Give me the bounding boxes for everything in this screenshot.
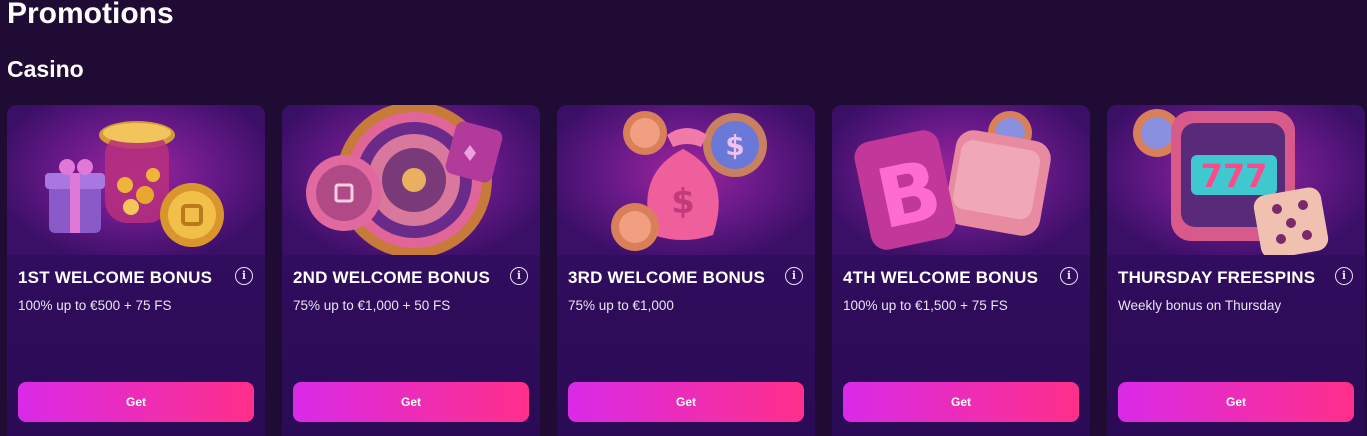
money-bag-icon: $ $ xyxy=(557,105,815,255)
card-body: 2ND WELCOME BONUS i 75% up to €1,000 + 5… xyxy=(282,255,540,436)
promo-card-1st-welcome-bonus: 1ST WELCOME BONUS i 100% up to €500 + 75… xyxy=(7,105,265,436)
get-button[interactable]: Get xyxy=(1118,382,1354,422)
svg-text:$: $ xyxy=(671,182,695,222)
promo-card-3rd-welcome-bonus: $ $ 3RD WELCOME BONUS i 75% up to €1,000… xyxy=(557,105,815,436)
promo-card-2nd-welcome-bonus: 2ND WELCOME BONUS i 75% up to €1,000 + 5… xyxy=(282,105,540,436)
card-description: 100% up to €1,500 + 75 FS xyxy=(843,298,1008,313)
card-description: Weekly bonus on Thursday xyxy=(1118,298,1282,313)
get-button[interactable]: Get xyxy=(843,382,1079,422)
card-body: THURSDAY FREESPINS i Weekly bonus on Thu… xyxy=(1107,255,1365,436)
bitcoin-wallet-icon: B xyxy=(832,105,1090,255)
info-icon[interactable]: i xyxy=(510,267,528,285)
card-title: 4TH WELCOME BONUS xyxy=(843,268,1039,287)
info-icon[interactable]: i xyxy=(1060,267,1078,285)
promotions-page: Promotions Casino 1ST WELCOME BONUS i 10… xyxy=(0,0,1367,436)
get-button[interactable]: Get xyxy=(293,382,529,422)
promo-card-list: 1ST WELCOME BONUS i 100% up to €500 + 75… xyxy=(7,105,1365,436)
card-title: THURSDAY FREESPINS xyxy=(1118,268,1316,287)
card-body: 3RD WELCOME BONUS i 75% up to €1,000 Get xyxy=(557,255,815,436)
svg-text:777: 777 xyxy=(1201,157,1268,195)
promo-card-thursday-freespins: 777 THURSDAY FREESPINS i Weekly bonus on… xyxy=(1107,105,1365,436)
svg-text:$: $ xyxy=(725,129,744,162)
promo-card-4th-welcome-bonus: B 4TH WELCOME BONUS i 100% up to €1,500 … xyxy=(832,105,1090,436)
info-icon[interactable]: i xyxy=(235,267,253,285)
info-icon[interactable]: i xyxy=(785,267,803,285)
info-icon[interactable]: i xyxy=(1335,267,1353,285)
card-title: 1ST WELCOME BONUS xyxy=(18,268,213,287)
card-description: 75% up to €1,000 + 50 FS xyxy=(293,298,451,313)
roulette-wheel-icon xyxy=(282,105,540,255)
get-button[interactable]: Get xyxy=(18,382,254,422)
get-button[interactable]: Get xyxy=(568,382,804,422)
slot-machine-dice-icon: 777 xyxy=(1107,105,1365,255)
card-title: 2ND WELCOME BONUS xyxy=(293,268,491,287)
gift-coin-jar-icon xyxy=(7,105,265,255)
card-description: 100% up to €500 + 75 FS xyxy=(18,298,172,313)
section-title: Casino xyxy=(7,56,84,82)
card-title: 3RD WELCOME BONUS xyxy=(568,268,766,287)
card-description: 75% up to €1,000 xyxy=(568,298,674,313)
card-body: 4TH WELCOME BONUS i 100% up to €1,500 + … xyxy=(832,255,1090,436)
page-title: Promotions xyxy=(7,0,174,30)
card-body: 1ST WELCOME BONUS i 100% up to €500 + 75… xyxy=(7,255,265,436)
